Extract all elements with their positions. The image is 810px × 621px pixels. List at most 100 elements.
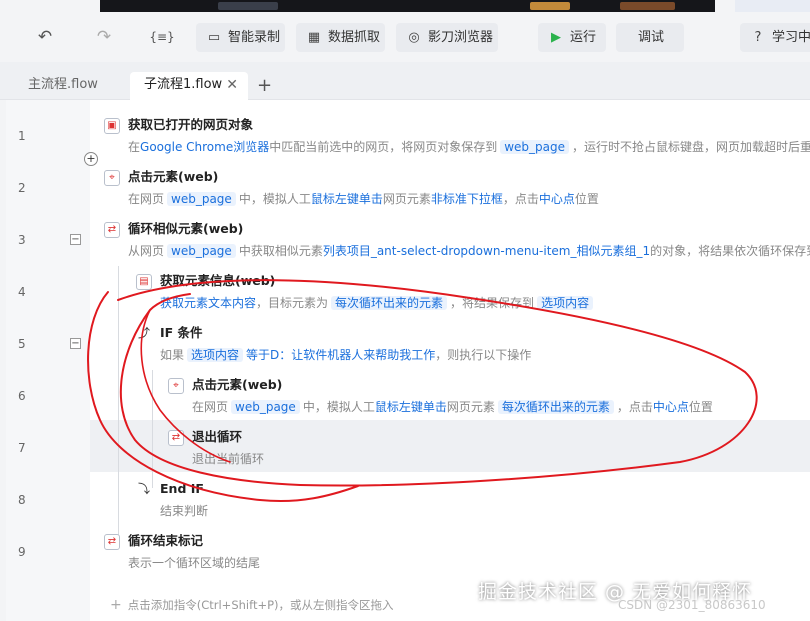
collapse-icon[interactable]: −: [70, 234, 81, 245]
learning-label: 学习中: [772, 30, 810, 45]
variable-pill[interactable]: web_page: [500, 140, 570, 154]
help-icon: ?: [754, 30, 762, 45]
step-description: 结束判断: [160, 504, 209, 518]
flow-editor: 1 2 3 4 5 6 7 8 9 − − + ▣ 获取已打开的网页对象 在Go…: [6, 100, 810, 621]
element-info-icon: ▤: [136, 274, 152, 290]
desc-text: ，则执行以下操作: [435, 348, 532, 362]
plus-icon: +: [110, 597, 122, 613]
step-description: 退出当前循环: [192, 452, 265, 466]
element-link[interactable]: 非标准下拉框: [431, 192, 503, 206]
close-icon[interactable]: ✕: [226, 72, 238, 98]
run-label: 运行: [570, 30, 597, 45]
step-title: 获取已打开的网页对象: [128, 117, 254, 132]
tab-bar: 主流程.flow 子流程1.flow ✕ +: [0, 62, 810, 100]
loop-guide-line: [118, 266, 119, 540]
run-button[interactable]: ▶ 运行: [538, 23, 606, 52]
add-tab-icon[interactable]: +: [257, 75, 272, 97]
desc-text: 中，模拟人工: [302, 400, 375, 414]
param-link[interactable]: 中心点: [653, 400, 689, 414]
data-scrape-label: 数据抓取: [328, 30, 381, 45]
param-link[interactable]: 获取元素文本内容: [160, 296, 256, 310]
insert-step-icon[interactable]: +: [84, 152, 98, 166]
desc-text: ，目标元素为: [256, 296, 329, 310]
exit-loop-icon: ⇄: [168, 430, 184, 446]
step-title: IF 条件: [160, 325, 203, 340]
variable-pill[interactable]: web_page: [167, 192, 236, 206]
watermark-csdn: CSDN @2301_80863610: [618, 598, 766, 612]
browser-icon: ◎: [408, 30, 420, 45]
line-number: 1: [18, 129, 26, 143]
desc-text: 中匹配当前选中的网页，将网页对象保存到: [269, 140, 498, 154]
value-link[interactable]: D：让软件机器人来帮助我工作: [270, 348, 435, 362]
data-scrape-button[interactable]: ▦ 数据抓取: [296, 23, 385, 52]
param-link[interactable]: 鼠标左键单击: [375, 400, 447, 414]
step-title: 循环结束标记: [128, 533, 204, 548]
smart-record-button[interactable]: ▭ 智能录制: [196, 23, 285, 52]
step-description: 在网页 web_page 中，模拟人工鼠标左键单击网页元素 每次循环出来的元素 ，点击中…: [192, 397, 713, 417]
line-number: 3: [18, 233, 26, 247]
step-title: 点击元素(web): [192, 377, 283, 392]
debug-button[interactable]: 调试: [616, 23, 684, 52]
collapse-icon[interactable]: −: [70, 338, 81, 349]
param-link[interactable]: 鼠标左键单击: [311, 192, 383, 206]
tab-subflow-1-label: 子流程1.flow: [144, 77, 223, 92]
variable-pill[interactable]: web_page: [167, 244, 236, 258]
desc-text: ，点击: [502, 192, 539, 206]
desc-text: 网页元素: [446, 400, 495, 414]
desc-text: ，点击: [616, 400, 653, 414]
desc-text: 在网页: [192, 400, 229, 414]
loop-icon: ⇄: [104, 222, 120, 238]
step-title: 退出循环: [192, 429, 243, 444]
browser-link[interactable]: Google Chrome浏览器: [140, 140, 269, 154]
end-if-icon: ⤵: [136, 482, 152, 498]
browser-button[interactable]: ◎ 影刀浏览器: [396, 23, 498, 52]
line-number: 5: [18, 337, 26, 351]
param-link[interactable]: 等于: [246, 348, 270, 362]
variable-pill[interactable]: 每次循环出来的元素: [331, 296, 448, 310]
undo-icon[interactable]: ↶: [34, 26, 56, 48]
debug-label: 调试: [638, 30, 665, 45]
smart-record-label: 智能录制: [228, 30, 281, 45]
param-link[interactable]: 中心点: [539, 192, 575, 206]
toolbar: ↶ ↷ {≡} ▭ 智能录制 ▦ 数据抓取 ◎ 影刀浏览器 ▶ 运行 调试 ? 学习中: [0, 12, 810, 62]
play-icon: ▶: [551, 30, 561, 45]
line-number: 6: [18, 389, 26, 403]
desc-text: 在: [128, 140, 141, 154]
add-instruction-hint[interactable]: + 点击添加指令(Ctrl+Shift+P)，或从左侧指令区拖入: [110, 597, 394, 613]
line-gutter: 1 2 3 4 5 6 7 8 9 − −: [6, 100, 90, 621]
desc-text: ，将结果保存到: [450, 296, 535, 310]
variable-icon[interactable]: {≡}: [148, 26, 176, 48]
step-title: 点击元素(web): [128, 169, 219, 184]
line-number: 9: [18, 545, 26, 559]
element-link[interactable]: 列表项目_ant-select-dropdown-menu-item_相似元素组…: [323, 244, 650, 258]
browser-label: 影刀浏览器: [428, 30, 494, 45]
learning-button[interactable]: ? 学习中: [740, 23, 810, 52]
variable-pill[interactable]: 选项内容: [187, 348, 244, 362]
variable-pill[interactable]: 每次循环出来的元素: [497, 400, 614, 414]
tab-main-flow-label: 主流程.flow: [28, 77, 98, 92]
table-icon: ▦: [307, 30, 321, 45]
line-number: 2: [18, 181, 26, 195]
variable-pill[interactable]: web_page: [231, 400, 300, 414]
line-number: 8: [18, 493, 26, 507]
variable-pill[interactable]: 选项内容: [537, 296, 594, 310]
step-description: 在网页 web_page 中，模拟人工鼠标左键单击网页元素非标准下拉框，点击中心点位…: [128, 189, 599, 209]
tab-main-flow[interactable]: 主流程.flow: [0, 72, 98, 100]
step-description: 获取元素文本内容，目标元素为 每次循环出来的元素 ，将结果保存到 选项内容: [160, 293, 596, 313]
step-description: 如果 选项内容 等于D：让软件机器人来帮助我工作，则执行以下操作: [160, 345, 531, 365]
desc-text: 如果: [160, 348, 185, 362]
if-guide-line: [152, 370, 153, 488]
if-branch-icon: ⤴: [136, 326, 152, 342]
window-top-strip: [0, 0, 810, 12]
step-description: 从网页 web_page 中获取相似元素列表项目_ant-select-dropdo…: [128, 241, 810, 261]
step-title: 循环相似元素(web): [128, 221, 244, 236]
background-window-right: [735, 0, 810, 12]
loop-end-icon: ⇄: [104, 534, 120, 550]
desc-text: ，运行时不抢占鼠标键盘，网页加载超时后重: [572, 140, 810, 154]
desc-text: 网页元素: [382, 192, 431, 206]
desc-text: 中获取相似元素: [238, 244, 323, 258]
add-hint-text: 点击添加指令(Ctrl+Shift+P)，或从左侧指令区拖入: [127, 598, 394, 612]
tab-subflow-1[interactable]: 子流程1.flow ✕: [130, 72, 248, 100]
desc-text: 的对象，将结果依次循环保存到: [650, 244, 810, 258]
redo-icon[interactable]: ↷: [93, 26, 115, 48]
